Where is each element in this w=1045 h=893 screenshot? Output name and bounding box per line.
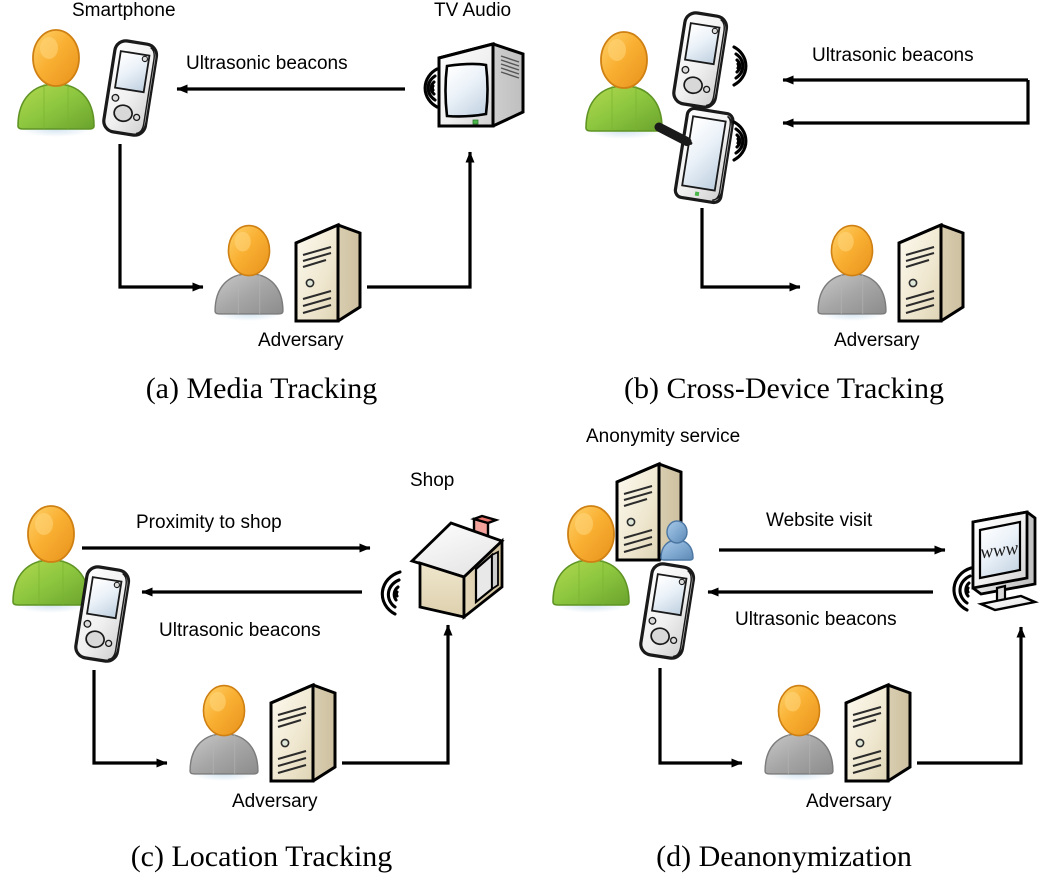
caption-panel-d: (d) Deanonymization (656, 840, 912, 873)
arrow-phone-to-adversary-d (658, 668, 743, 768)
panel-location-tracking: Shop Proximity to shop Ultrasonic beacon… (0, 420, 523, 893)
caption-panel-a: (a) Media Tracking (145, 372, 378, 405)
arrow-beacons-b-lower (782, 80, 1030, 128)
panel-a-arrows (118, 84, 475, 292)
arrow-adversary-to-website (917, 626, 1026, 765)
figure-root: Smartphone TV Audio Ultrasonic beacons A… (0, 0, 1045, 893)
arrow-adversary-to-shop (342, 624, 453, 765)
arrow-tablet-to-adversary-b (700, 208, 801, 292)
panel-deanonymization: Anonymity service Website visit Ultrason… (523, 420, 1045, 893)
arrow-phone-to-adversary-c (92, 670, 168, 768)
arrow-adversary-to-tv-a (367, 151, 475, 289)
caption-panel-b: (b) Cross-Device Tracking (624, 372, 944, 405)
arrow-phone-to-adversary-a (118, 144, 204, 292)
panel-cross-device-tracking: Ultrasonic beacons Adversary (523, 0, 1045, 420)
caption-panel-c: (c) Location Tracking (130, 840, 393, 873)
panel-b-arrows (700, 75, 1030, 292)
panel-d-arrows (658, 545, 1026, 768)
panel-media-tracking: Smartphone TV Audio Ultrasonic beacons A… (0, 0, 525, 420)
panel-c-arrows (82, 543, 453, 768)
